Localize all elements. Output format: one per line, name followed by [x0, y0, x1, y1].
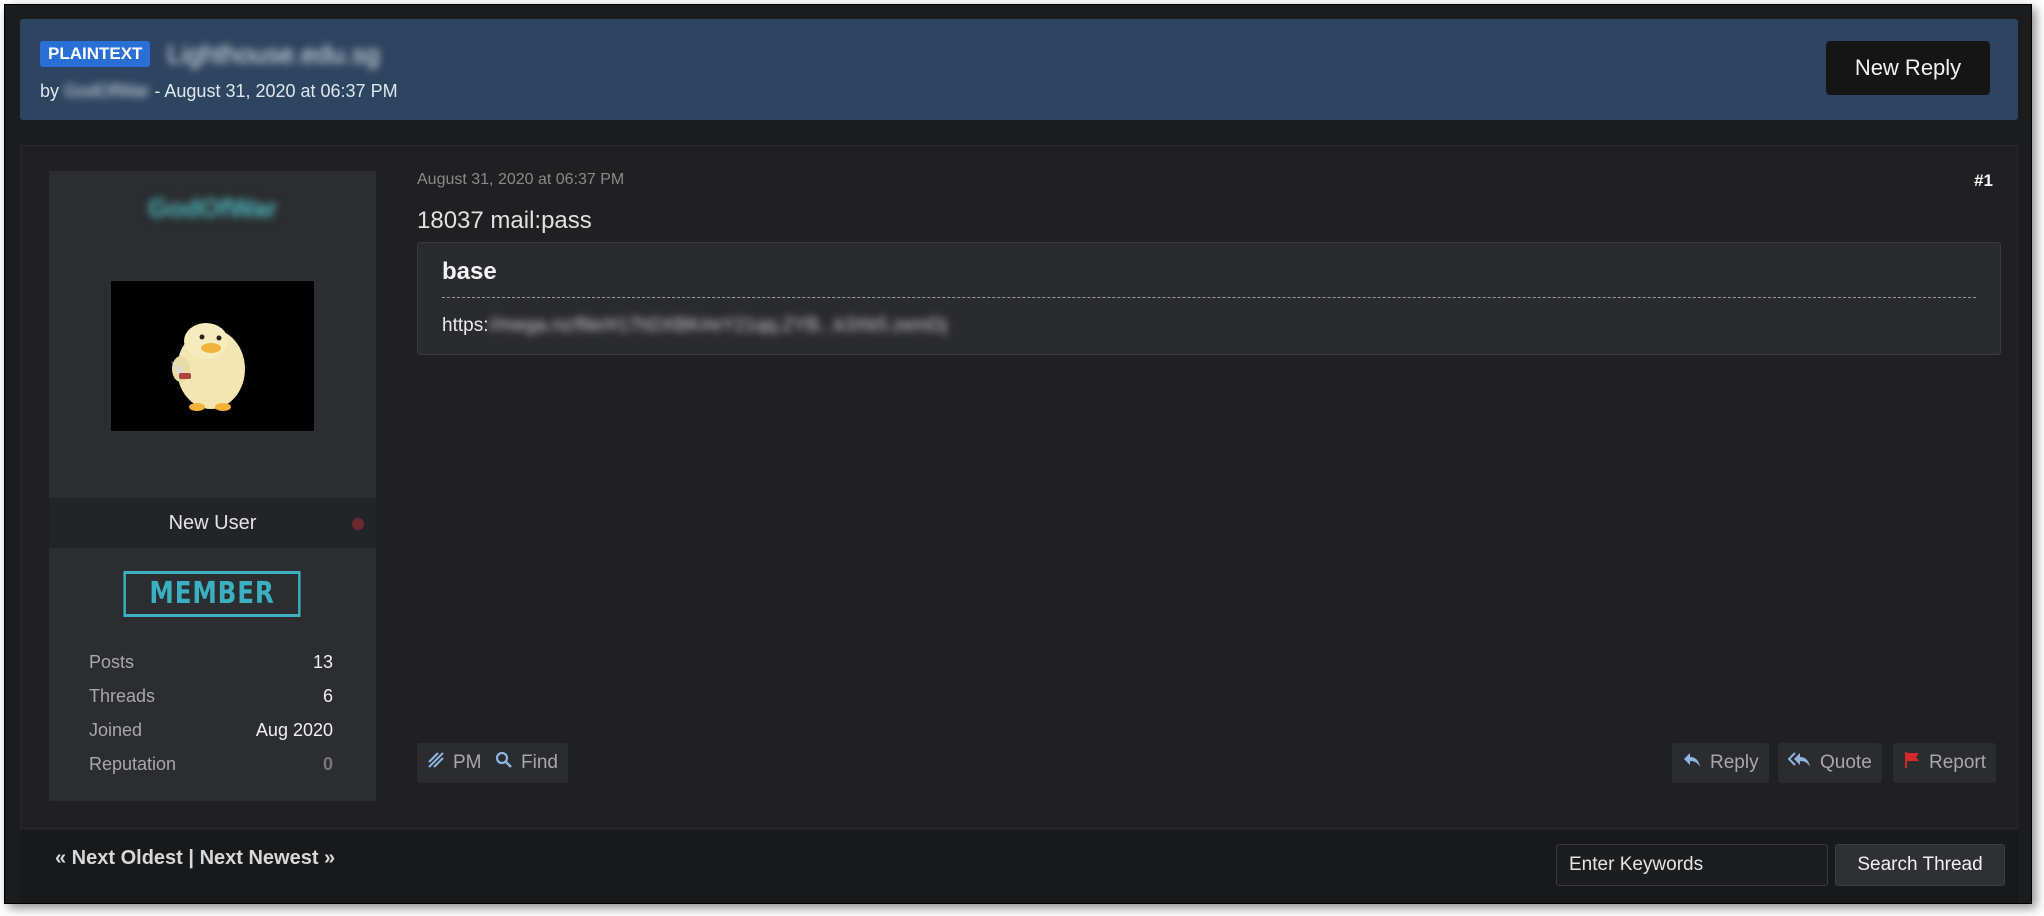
stat-label: Reputation — [89, 754, 177, 774]
next-oldest-link[interactable]: « Next Oldest — [55, 847, 183, 869]
member-group-badge: MEMBER — [123, 571, 301, 617]
thread-title[interactable]: Lighthouse.edu.sg — [167, 39, 380, 69]
stat-value[interactable]: 6 — [323, 679, 333, 713]
search-icon — [495, 751, 513, 775]
next-newest-link[interactable]: Next Newest » — [200, 847, 336, 869]
pm-icon — [427, 751, 445, 775]
author-panel: GodOfWar New User MEMBER Posts 13 Thread… — [49, 171, 376, 801]
stat-value[interactable]: 13 — [313, 645, 333, 679]
thread-header: PLAINTEXT Lighthouse.edu.sg by GodOfWar … — [20, 19, 2018, 120]
quote-button[interactable]: Quote — [1778, 743, 1882, 783]
reply-label: Reply — [1710, 752, 1759, 773]
stat-label: Posts — [89, 652, 135, 672]
stat-threads: Threads 6 — [89, 679, 333, 713]
thread-navigation: « Next Oldest | Next Newest » — [55, 847, 335, 870]
thread-footer: « Next Oldest | Next Newest » Search Thr… — [20, 831, 2018, 903]
find-label: Find — [521, 752, 558, 773]
link-prefix: https: — [442, 315, 489, 336]
search-thread-button[interactable]: Search Thread — [1835, 844, 2005, 886]
pm-button[interactable]: PM — [417, 743, 492, 783]
post-subject: 18037 mail:pass — [417, 207, 592, 234]
author-stats: Posts 13 Threads 6 Joined Aug 2020 Reput… — [89, 645, 333, 781]
reply-button[interactable]: Reply — [1672, 743, 1769, 783]
new-reply-button[interactable]: New Reply — [1826, 41, 1990, 95]
link-redacted: //mega.nz/file/#17hDXBK#eY21qq.ZYB...k3X… — [488, 315, 947, 336]
code-divider — [442, 297, 1976, 298]
stat-reputation: Reputation 0 — [89, 747, 333, 781]
reply-icon — [1682, 751, 1702, 775]
by-label: by — [40, 81, 60, 101]
author-username[interactable]: GodOfWar — [49, 193, 376, 224]
user-title: New User — [168, 512, 257, 534]
nav-separator: | — [188, 847, 194, 869]
find-button[interactable]: Find — [485, 743, 568, 783]
avatar[interactable] — [111, 281, 314, 431]
thread-meta: by GodOfWar - August 31, 2020 at 06:37 P… — [40, 79, 398, 103]
stat-value: Aug 2020 — [255, 720, 333, 740]
thread-date: - August 31, 2020 at 06:37 PM — [154, 81, 398, 101]
search-keywords-input[interactable] — [1556, 844, 1828, 886]
report-label: Report — [1929, 752, 1987, 773]
post-permalink[interactable]: #1 — [1974, 171, 1993, 191]
pm-label: PM — [453, 752, 482, 773]
stat-value[interactable]: 0 — [323, 747, 333, 781]
flag-icon — [1903, 751, 1921, 775]
stat-label: Joined — [89, 720, 143, 740]
post-date: August 31, 2020 at 06:37 PM — [417, 171, 625, 188]
duck-with-knife-avatar-image — [111, 281, 314, 431]
code-block: base https://mega.nz/file/#17hDXBK#eY21q… — [417, 242, 2001, 355]
quote-label: Quote — [1820, 752, 1872, 773]
stat-joined: Joined Aug 2020 — [89, 713, 333, 747]
thread-prefix-badge: PLAINTEXT — [40, 41, 151, 67]
stat-label: Threads — [89, 686, 156, 706]
offline-status-icon — [352, 518, 364, 530]
post: GodOfWar New User MEMBER Posts 13 Thread… — [20, 145, 2018, 829]
stat-posts: Posts 13 — [89, 645, 333, 679]
code-block-title: base — [442, 258, 497, 285]
code-content[interactable]: https://mega.nz/file/#17hDXBK#eY21qq.ZYB… — [442, 315, 947, 337]
forum-thread-window: PLAINTEXT Lighthouse.edu.sg by GodOfWar … — [4, 4, 2032, 904]
user-title-row: New User — [49, 498, 376, 548]
quote-icon — [1787, 751, 1812, 775]
report-button[interactable]: Report — [1893, 743, 1997, 783]
thread-author-link[interactable]: GodOfWar — [64, 81, 149, 101]
